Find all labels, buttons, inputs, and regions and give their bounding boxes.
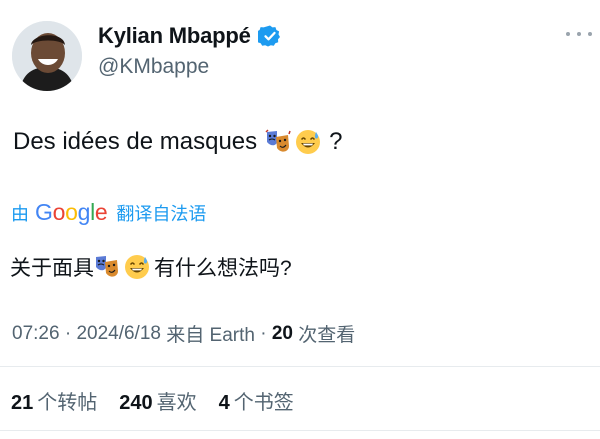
likes-count: 240: [119, 392, 153, 414]
tweet-date[interactable]: 2024/6/18: [76, 323, 161, 345]
dot-icon: [577, 32, 581, 36]
tweet-metadata: 07:26 · 2024/6/18 来自 Earth · 20 次查看: [12, 320, 355, 347]
retweets-stat[interactable]: 21 个转帖: [11, 386, 97, 415]
views-count: 20: [271, 322, 293, 344]
google-logo: Google: [35, 199, 108, 225]
translation-prefix: 由: [11, 203, 29, 224]
translation-source-label[interactable]: 翻译自法语: [116, 200, 206, 226]
tweet-text-main: Des idées de masques: [13, 128, 258, 155]
tweet-time[interactable]: 07:26: [12, 323, 60, 345]
grinning-sweat-icon: [295, 129, 321, 155]
bookmarks-count: 4: [218, 392, 230, 414]
more-options-icon[interactable]: [566, 27, 592, 41]
bookmarks-label: 个书签: [233, 392, 294, 414]
performing-arts-icon: [94, 254, 120, 280]
translation-attribution[interactable]: 由 Google 翻译自法语: [11, 199, 206, 226]
tweet-source: 来自 Earth: [160, 325, 255, 346]
views-label: 次查看: [292, 325, 356, 346]
bookmarks-stat[interactable]: 4 个书签: [219, 386, 294, 415]
translated-text-main: 关于面具: [10, 257, 94, 280]
tweet-text: Des idées de masques ?: [13, 128, 343, 156]
likes-stat[interactable]: 240 喜欢: [119, 386, 196, 415]
tweet-question-mark: ?: [329, 128, 343, 155]
likes-label: 喜欢: [156, 392, 197, 414]
divider: [0, 366, 600, 367]
grinning-sweat-icon: [124, 254, 150, 280]
translated-text: 关于面具 有什么想法吗?: [10, 252, 292, 282]
performing-arts-icon: [265, 129, 291, 155]
engagement-stats: 21 个转帖 240 喜欢 4 个书签: [11, 386, 316, 415]
author-handle[interactable]: @KMbappe: [98, 55, 209, 79]
retweets-count: 21: [11, 392, 34, 414]
dot-icon: [588, 32, 592, 36]
retweets-label: 个转帖: [37, 392, 98, 414]
avatar[interactable]: [12, 21, 82, 91]
dot-icon: [566, 32, 570, 36]
translated-text-end: 有什么想法吗?: [154, 257, 292, 280]
verified-badge-icon: [255, 24, 282, 48]
avatar-image: [12, 21, 82, 91]
author-name-row[interactable]: Kylian Mbappé: [98, 23, 282, 49]
divider: [0, 430, 600, 431]
author-name[interactable]: Kylian Mbappé: [98, 23, 251, 49]
